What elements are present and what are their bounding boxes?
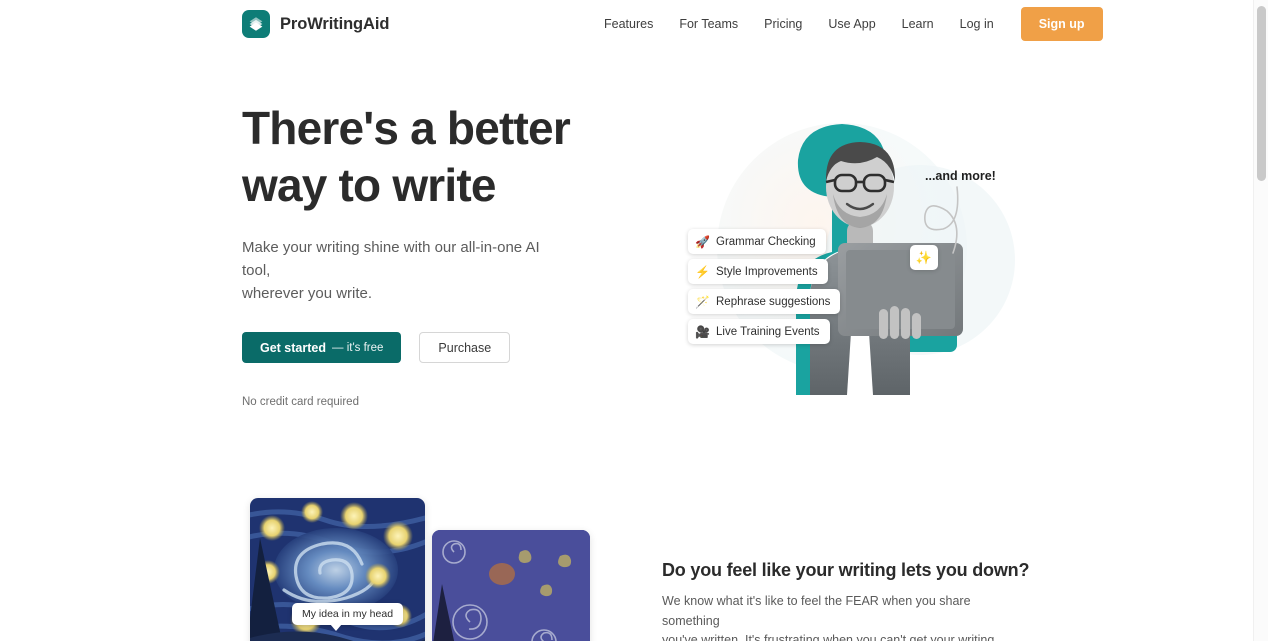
feature-chip-label: Live Training Events xyxy=(716,325,820,338)
feature-chip-label: Rephrase suggestions xyxy=(716,295,831,308)
magic-wand-icon: 🪄 xyxy=(695,294,710,309)
nav-item-features[interactable]: Features xyxy=(604,11,666,37)
get-started-label: Get started xyxy=(260,340,326,355)
site-header: ProWritingAid Features For Teams Pricing… xyxy=(0,0,1253,48)
flat-starry-night-image xyxy=(432,530,590,641)
brand-name: ProWritingAid xyxy=(280,14,390,33)
page-title: There's a better way to write xyxy=(242,102,571,211)
sparkles-icon: ✨ xyxy=(915,249,933,265)
feature-chip-live-training-events: 🎥 Live Training Events xyxy=(688,319,830,344)
feature-chip-rephrase-suggestions: 🪄 Rephrase suggestions xyxy=(688,289,841,314)
section-body-text: We know what it's like to feel the FEAR … xyxy=(662,594,995,641)
sparkle-badge: ✨ xyxy=(910,245,938,270)
video-camera-icon: 🎥 xyxy=(695,324,710,339)
nav-item-log-in[interactable]: Log in xyxy=(947,11,1007,37)
nav-item-learn[interactable]: Learn xyxy=(889,11,947,37)
hero-cta-group: Get started — it's free Purchase xyxy=(242,332,642,363)
nav-item-for-teams[interactable]: For Teams xyxy=(666,11,751,37)
stacked-pages-icon xyxy=(242,10,270,38)
main-nav: Features For Teams Pricing Use App Learn… xyxy=(604,7,1103,41)
feature-chip-grammar-checking: 🚀 Grammar Checking xyxy=(688,229,826,254)
writing-lets-you-down-section: Do you feel like your writing lets you d… xyxy=(662,560,1062,641)
feature-chip-style-improvements: ⚡ Style Improvements xyxy=(688,259,828,284)
idea-tooltip: My idea in my head xyxy=(292,603,404,631)
purchase-button[interactable]: Purchase xyxy=(419,332,511,363)
get-started-free-suffix: — it's free xyxy=(332,341,384,354)
page-root: ProWritingAid Features For Teams Pricing… xyxy=(0,0,1268,641)
brand-logo-link[interactable]: ProWritingAid xyxy=(242,10,389,38)
scrollbar-thumb[interactable] xyxy=(1257,6,1266,181)
hero-section: There's a better way to write Make your … xyxy=(242,100,642,408)
hero-illustration: ...and more! 🚀 Grammar Checking ⚡ Style … xyxy=(655,95,1055,395)
vertical-scrollbar[interactable] xyxy=(1253,0,1268,641)
feature-chip-label: Style Improvements xyxy=(716,265,818,278)
and-more-label: ...and more! xyxy=(925,169,996,183)
nav-item-use-app[interactable]: Use App xyxy=(815,11,888,37)
lightning-icon: ⚡ xyxy=(695,264,710,279)
sign-up-button[interactable]: Sign up xyxy=(1020,7,1103,41)
nav-item-pricing[interactable]: Pricing xyxy=(751,11,815,37)
get-started-button[interactable]: Get started — it's free xyxy=(242,332,402,363)
idea-comparison-gallery: My idea in my head xyxy=(242,490,642,641)
section-heading: Do you feel like your writing lets you d… xyxy=(662,560,1030,580)
rocket-icon: 🚀 xyxy=(695,234,710,249)
hero-subtitle: Make your writing shine with our all-in-… xyxy=(242,239,540,302)
feature-chip-label: Grammar Checking xyxy=(716,235,816,248)
no-credit-card-note: No credit card required xyxy=(242,396,359,408)
